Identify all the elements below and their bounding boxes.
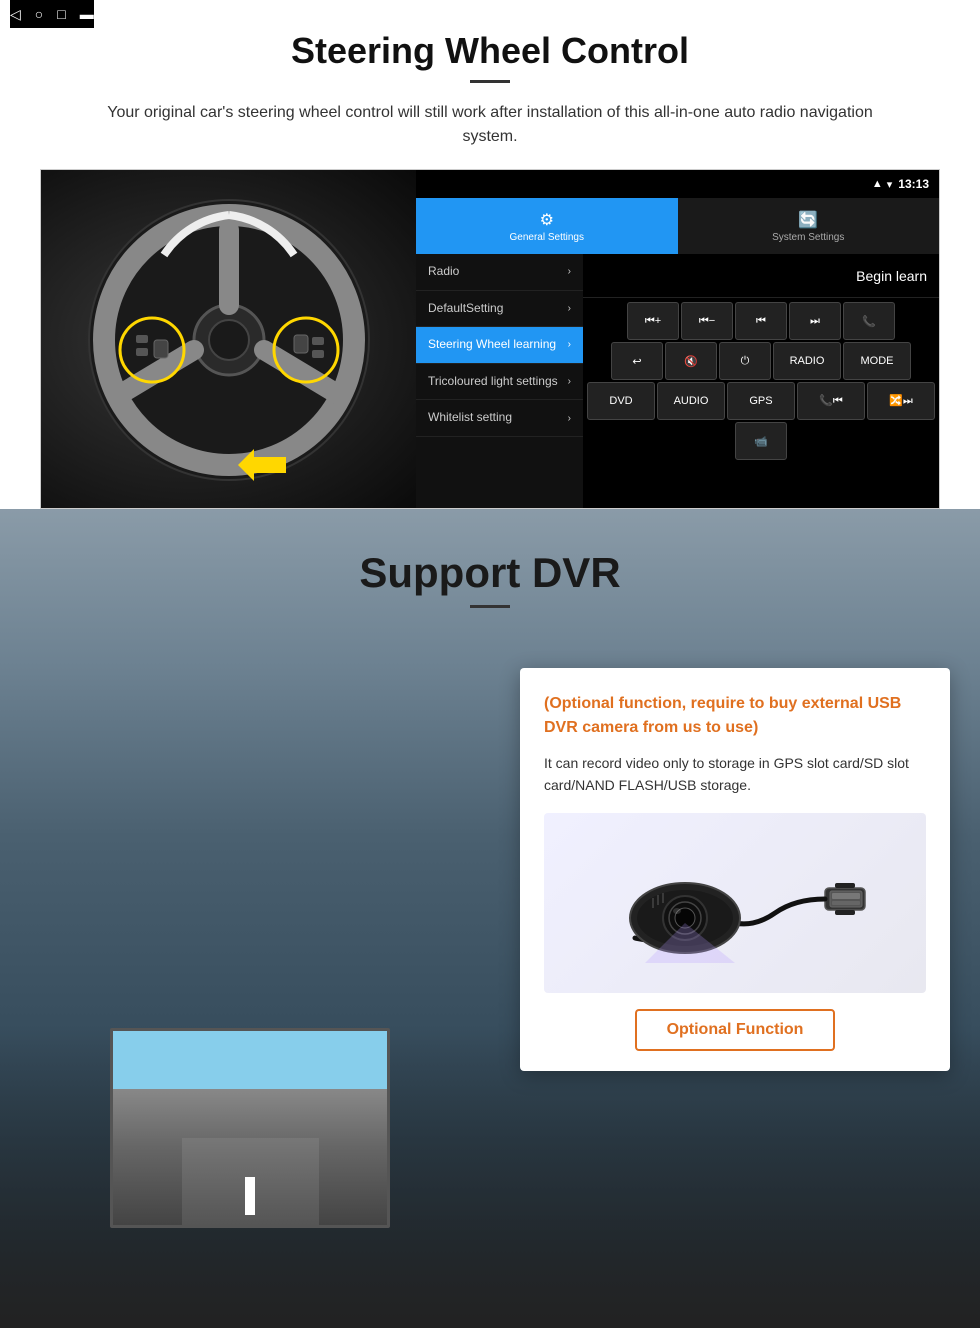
ctrl-row-2: ↩ 🔇 ⏻ RADIO MODE	[587, 342, 935, 380]
ctrl-row-1: ⏮+ ⏮− ⏮ ⏭ 📞	[587, 302, 935, 340]
ctrl-mute[interactable]: 🔇	[665, 342, 717, 380]
ctrl-row-3: DVD AUDIO GPS 📞⏮ 🔀⏭	[587, 382, 935, 420]
dvr-camera-svg	[595, 823, 875, 983]
dvr-divider	[470, 605, 510, 608]
dashcam-lane	[245, 1177, 256, 1216]
menu-item-default-label: DefaultSetting	[428, 301, 503, 317]
begin-learn-button[interactable]: Begin learn	[856, 268, 927, 284]
steering-section: Steering Wheel Control Your original car…	[0, 0, 980, 509]
tab-system-settings[interactable]: 🔄 System Settings	[678, 198, 940, 254]
dvr-section: Support DVR (Optional function, require …	[0, 509, 980, 1328]
dvr-description: It can record video only to storage in G…	[544, 752, 926, 797]
chevron-right-icon-5: ›	[568, 413, 571, 424]
dvr-optional-text: (Optional function, require to buy exter…	[544, 692, 926, 740]
ctrl-gps[interactable]: GPS	[727, 382, 795, 420]
dvr-header: Support DVR	[0, 509, 980, 628]
ctrl-radio[interactable]: RADIO	[773, 342, 841, 380]
steering-wheel-image	[41, 170, 416, 509]
chevron-right-icon-3: ›	[568, 339, 571, 350]
menu-item-radio[interactable]: Radio ›	[416, 254, 583, 291]
status-icons: ▲ ▾	[872, 178, 892, 191]
menu-item-steering-wheel[interactable]: Steering Wheel learning ›	[416, 327, 583, 364]
ctrl-camera[interactable]: 📹	[735, 422, 787, 460]
menu-item-radio-label: Radio	[428, 264, 459, 280]
menu-item-tricoloured[interactable]: Tricoloured light settings ›	[416, 364, 583, 401]
ctrl-audio[interactable]: AUDIO	[657, 382, 725, 420]
controls-panel: Begin learn ⏮+ ⏮− ⏮ ⏭ 📞 ↩	[583, 254, 939, 508]
menu-item-whitelist-label: Whitelist setting	[428, 410, 512, 426]
steering-content-area: ◁ ○ □ ▬ ▲ ▾ 13:13 ⚙ General Settings	[40, 169, 940, 509]
dvr-title: Support DVR	[0, 549, 980, 597]
steering-description: Your original car's steering wheel contr…	[80, 101, 900, 149]
chevron-right-icon: ›	[568, 266, 571, 277]
menu-controls-row: Radio › DefaultSetting › Steering Wheel …	[416, 254, 939, 508]
ctrl-phone[interactable]: 📞	[843, 302, 895, 340]
dvr-info-card: (Optional function, require to buy exter…	[520, 668, 950, 1071]
ctrl-prev-track[interactable]: ⏮	[735, 302, 787, 340]
steering-wheel-svg	[74, 185, 384, 495]
optional-function-button[interactable]: Optional Function	[635, 1009, 835, 1051]
ctrl-next-track[interactable]: ⏭	[789, 302, 841, 340]
tab-general-settings[interactable]: ⚙ General Settings	[416, 198, 678, 254]
wifi-icon: ▾	[887, 178, 893, 191]
settings-menu-list: Radio › DefaultSetting › Steering Wheel …	[416, 254, 583, 508]
menu-item-steering-label: Steering Wheel learning	[428, 337, 556, 353]
ctrl-phone-prev[interactable]: 📞⏮	[797, 382, 865, 420]
title-divider	[470, 80, 510, 83]
android-ui-panel: ◁ ○ □ ▬ ▲ ▾ 13:13 ⚙ General Settings	[416, 170, 939, 508]
signal-icon: ▲	[872, 178, 883, 190]
ctrl-back[interactable]: ↩	[611, 342, 663, 380]
ctrl-row-4: 📹	[587, 422, 935, 460]
ctrl-dvd[interactable]: DVD	[587, 382, 655, 420]
menu-item-whitelist[interactable]: Whitelist setting ›	[416, 400, 583, 437]
ctrl-power[interactable]: ⏻	[719, 342, 771, 380]
gear-icon: ⚙	[540, 210, 554, 230]
ctrl-vol-up[interactable]: ⏮+	[627, 302, 679, 340]
ctrl-shuffle-next[interactable]: 🔀⏭	[867, 382, 935, 420]
menu-item-default-setting[interactable]: DefaultSetting ›	[416, 291, 583, 328]
steering-wheel-placeholder	[41, 170, 416, 509]
system-icon: 🔄	[798, 210, 818, 230]
dashcam-screenshot	[110, 1028, 390, 1228]
ctrl-mode[interactable]: MODE	[843, 342, 911, 380]
settings-tabs: ⚙ General Settings 🔄 System Settings	[416, 198, 939, 254]
menu-item-tricoloured-label: Tricoloured light settings	[428, 374, 558, 390]
dashcam-inner	[113, 1031, 387, 1225]
steering-title: Steering Wheel Control	[40, 30, 940, 72]
ctrl-vol-down[interactable]: ⏮−	[681, 302, 733, 340]
chevron-right-icon-2: ›	[568, 303, 571, 314]
android-statusbar: ◁ ○ □ ▬ ▲ ▾ 13:13	[416, 170, 939, 198]
control-buttons-grid: ⏮+ ⏮− ⏮ ⏭ 📞 ↩ 🔇 ⏻ RADIO MODE	[583, 298, 939, 464]
status-time: 13:13	[898, 177, 929, 191]
dvr-camera-image	[544, 813, 926, 993]
begin-learn-row: Begin learn	[583, 254, 939, 298]
chevron-right-icon-4: ›	[568, 376, 571, 387]
